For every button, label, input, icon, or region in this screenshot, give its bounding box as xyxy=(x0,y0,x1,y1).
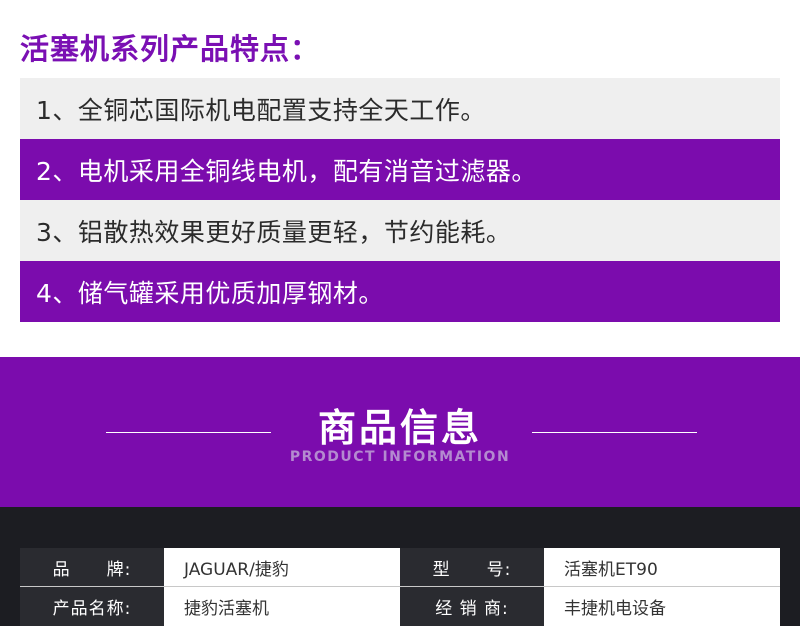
feature-item: 2、电机采用全铜线电机，配有消音过滤器。 xyxy=(20,139,780,200)
table-row: 品 牌: JAGUAR/捷豹 型 号: 活塞机ET90 xyxy=(20,548,780,587)
brand-value: JAGUAR/捷豹 xyxy=(164,548,400,586)
dealer-value: 丰捷机电设备 xyxy=(544,587,780,626)
feature-item: 1、全铜芯国际机电配置支持全天工作。 xyxy=(20,78,780,139)
features-title: 活塞机系列产品特点： xyxy=(20,32,321,66)
brand-label: 品 牌: xyxy=(20,548,164,586)
model-label: 型 号: xyxy=(400,548,544,586)
feature-item: 3、铝散热效果更好质量更轻，节约能耗。 xyxy=(20,200,780,261)
table-row: 产品名称: 捷豹活塞机 经 销 商: 丰捷机电设备 xyxy=(20,587,780,626)
banner-subtitle: PRODUCT INFORMATION xyxy=(289,449,511,465)
product-name-value: 捷豹活塞机 xyxy=(164,587,400,626)
model-value: 活塞机ET90 xyxy=(544,548,780,586)
product-info-table: 品 牌: JAGUAR/捷豹 型 号: 活塞机ET90 产品名称: 捷豹活塞机 … xyxy=(20,548,780,626)
feature-list: 1、全铜芯国际机电配置支持全天工作。 2、电机采用全铜线电机，配有消音过滤器。 … xyxy=(20,78,780,322)
product-name-label: 产品名称: xyxy=(20,587,164,626)
dealer-label: 经 销 商: xyxy=(400,587,544,626)
product-info-section: 品 牌: JAGUAR/捷豹 型 号: 活塞机ET90 产品名称: 捷豹活塞机 … xyxy=(0,507,800,626)
banner-title: 商品信息 xyxy=(317,406,482,450)
banner-divider-right xyxy=(532,432,697,433)
product-info-banner: 商品信息 PRODUCT INFORMATION xyxy=(0,357,800,507)
feature-item: 4、储气罐采用优质加厚钢材。 xyxy=(20,261,780,322)
